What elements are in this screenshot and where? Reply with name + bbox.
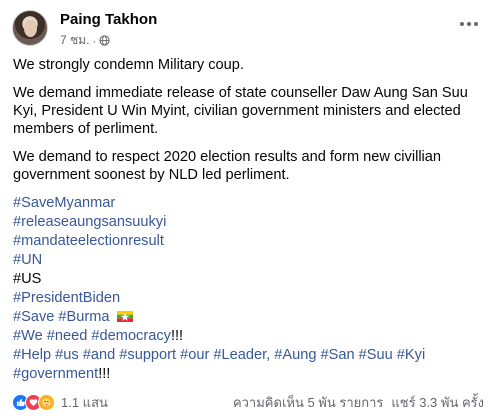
heart-glyph (29, 399, 38, 407)
hashtag-link[interactable]: #mandateelectionresult (13, 233, 164, 249)
myanmar-flag-icon (116, 311, 133, 322)
post-paragraph: We demand to respect 2020 election resul… (13, 149, 442, 183)
hashtag-line: #releaseaungsansuukyi (13, 213, 483, 232)
post-body: We strongly condemn Military coup. We de… (13, 56, 483, 384)
more-options-button[interactable] (456, 14, 482, 34)
meta-separator: · (92, 33, 97, 48)
post-paragraph: We demand immediate release of state cou… (13, 85, 468, 137)
exclamation-text: !!! (170, 328, 184, 344)
hashtag-link[interactable]: #releaseaungsansuukyi (13, 214, 166, 230)
hashtag-line: #mandateelectionresult (13, 232, 483, 251)
thumbs-up-glyph (16, 398, 25, 407)
hashtag-link[interactable]: #SaveMyanmar (13, 195, 115, 211)
reaction-count: 1.1 แสน (61, 395, 108, 410)
exclamation-text: !!! (98, 366, 111, 382)
hashtag-link[interactable]: #Save #Burma (13, 309, 110, 325)
post-header: Paing Takhon 7 ชม. · (12, 10, 482, 48)
hashtag-text: #US (13, 271, 42, 287)
hashtag-line: #US (13, 270, 483, 289)
hashtag-line: #PresidentBiden (13, 289, 483, 308)
hashtag-line: #We #need #democracy!!! (13, 327, 483, 346)
shares-count[interactable]: แชร์ 3.3 พัน ครั้ง (391, 392, 484, 413)
hashtag-link[interactable]: #Help #us #and #support #our #Leader, #A… (13, 347, 425, 363)
facebook-post-card: Paing Takhon 7 ชม. · We strongly condemn… (0, 0, 494, 417)
author-name[interactable]: Paing Takhon (60, 11, 157, 28)
hashtag-line: #Help #us #and #support #our #Leader, #A… (13, 346, 483, 365)
author-avatar[interactable] (12, 10, 48, 46)
hashtag-link[interactable]: #government (13, 366, 98, 382)
post-meta: 7 ชม. · (60, 31, 111, 50)
avatar-face (24, 20, 37, 37)
post-stats: ความคิดเห็น 5 พัน รายการ แชร์ 3.3 พัน คร… (233, 392, 484, 413)
reactions-summary[interactable]: 1.1 แสน (12, 392, 108, 413)
comments-count[interactable]: ความคิดเห็น 5 พัน รายการ (233, 392, 383, 413)
hashtag-line: #SaveMyanmar (13, 194, 483, 213)
more-dot (467, 22, 471, 26)
more-dot (474, 22, 478, 26)
more-dot (460, 22, 464, 26)
hashtag-line: #Save #Burma (13, 308, 483, 327)
hashtag-link[interactable]: #We #need #democracy (13, 328, 171, 344)
hashtag-link[interactable]: #UN (13, 252, 42, 268)
hashtag-line: #UN (13, 251, 483, 270)
hashtag-link[interactable]: #PresidentBiden (13, 290, 120, 306)
globe-icon (99, 35, 111, 46)
post-time[interactable]: 7 ชม. (60, 31, 89, 50)
care-icon (38, 394, 55, 411)
post-paragraph: We strongly condemn Military coup. (13, 57, 244, 73)
post-footer: 1.1 แสน ความคิดเห็น 5 พัน รายการ แชร์ 3.… (12, 392, 484, 412)
hashtag-line: #government!!! (13, 365, 483, 384)
care-glyph (42, 398, 51, 407)
